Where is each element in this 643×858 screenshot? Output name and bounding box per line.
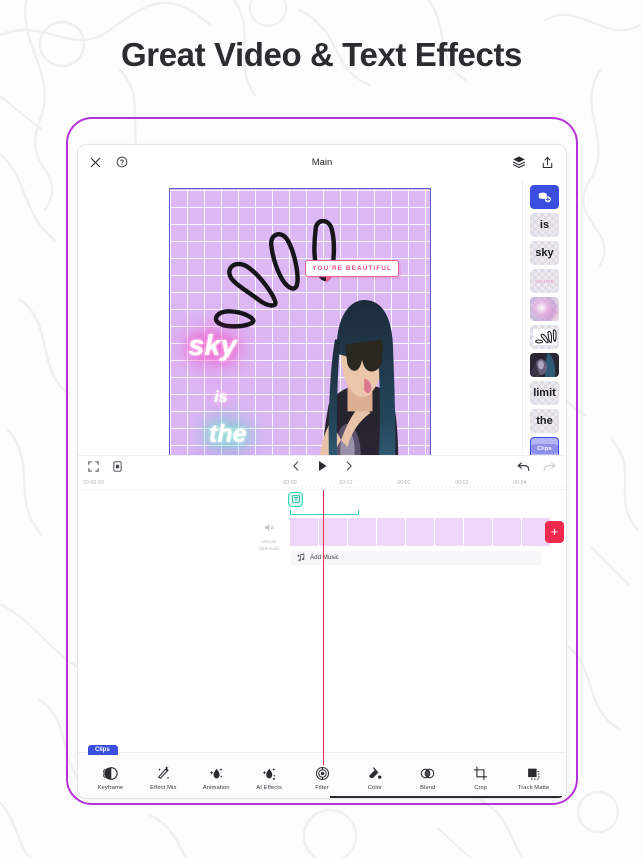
track-matte-icon [526, 765, 541, 781]
layer-sticker-nebula[interactable] [530, 297, 559, 321]
play-icon[interactable] [317, 460, 328, 472]
ai-effects-icon [262, 765, 277, 781]
share-export-icon[interactable] [541, 156, 554, 169]
clip-segment [493, 517, 522, 546]
clip-segment [464, 517, 493, 546]
effect-mix-icon [156, 765, 171, 781]
tool-track-matte[interactable]: Track Matte [507, 765, 560, 791]
app-screen: Main YOU'RE BEAUTIFUL sky is the is sky … [77, 144, 567, 799]
layer-text-sky[interactable]: sky [530, 241, 559, 265]
animation-icon [209, 765, 224, 781]
canvas-area: YOU'RE BEAUTIFUL sky is the limit [78, 179, 522, 651]
add-clip-button[interactable]: + [545, 520, 564, 543]
text-layer-the[interactable]: the [209, 421, 247, 447]
layer-effects-add[interactable] [530, 185, 559, 209]
tool-label: Crop [474, 785, 488, 791]
tool-keyframe[interactable]: Keyframe [84, 765, 137, 791]
layer-sticker-marks[interactable] [530, 325, 559, 349]
text-layer-sky[interactable]: sky [188, 331, 236, 361]
filter-icon [315, 765, 330, 781]
previous-frame-icon[interactable] [292, 461, 300, 471]
clip-segment [290, 517, 319, 546]
help-circle-icon[interactable] [116, 156, 128, 168]
tool-label: AI Effects [256, 785, 282, 791]
tool-blend[interactable]: Blend [401, 765, 454, 791]
playhead[interactable] [323, 489, 325, 765]
layer-clip-person[interactable] [530, 353, 559, 377]
timeline-tracks[interactable]: Unmute Clips Audio + Add Music [78, 489, 566, 765]
clip-segment [377, 517, 406, 546]
editor-body: YOU'RE BEAUTIFUL sky is the limit [78, 179, 566, 651]
transport-bar [78, 454, 566, 477]
timeline[interactable]: 00:00:00 00:00 00:01 00:02 00:03 00:04 U… [78, 476, 566, 765]
unmute-label-line2: Clips Audio [258, 546, 280, 552]
page-title: Great Video & Text Effects [120, 36, 522, 73]
text-clip-span [290, 509, 359, 515]
add-music-label: Add Music [310, 554, 339, 561]
undo-icon[interactable] [517, 461, 530, 472]
speaker-mute-icon [264, 523, 274, 531]
layer-rail: is sky YOU'RE limit the Clips [522, 179, 566, 489]
tool-crop[interactable]: Crop [454, 765, 507, 791]
color-icon [367, 765, 382, 781]
tool-label: Color [367, 785, 383, 791]
current-timecode: 00:00:00 [83, 479, 105, 486]
unmute-label-line1: Unmute [261, 538, 277, 544]
layer-sticker-faint-bubble[interactable]: YOU'RE [530, 269, 559, 293]
music-note-icon [297, 553, 305, 562]
add-music-button[interactable]: Add Music [290, 550, 542, 565]
clip-segment [435, 517, 464, 546]
timeline-ruler[interactable]: 00:00:00 00:00 00:01 00:02 00:03 00:04 [78, 476, 566, 490]
tool-label: Track Matte [517, 785, 550, 791]
blend-icon [420, 765, 435, 781]
tab-clips[interactable]: Clips [88, 745, 118, 755]
app-topbar: Main [78, 145, 566, 179]
bottom-toolbar: Clips Keyframe Effect Mix Animation AI E… [78, 745, 566, 798]
tool-effect-mix[interactable]: Effect Mix [137, 765, 190, 791]
clip-segment [406, 517, 435, 546]
text-track-marker[interactable] [288, 491, 303, 507]
active-tool-underline [330, 796, 562, 798]
tool-ai-effects[interactable]: AI Effects [243, 765, 296, 791]
tool-label: Keyframe [97, 785, 124, 791]
project-title: Main [311, 156, 333, 168]
tool-color[interactable]: Color [348, 765, 401, 791]
redo-icon [543, 461, 556, 472]
clips-chip-label: Clips [531, 444, 558, 454]
clip-segment [348, 517, 377, 546]
text-layer-is[interactable]: is [214, 389, 227, 406]
next-frame-icon[interactable] [345, 461, 353, 471]
layer-text-the[interactable]: the [530, 409, 559, 433]
tool-label: Filter [315, 785, 329, 791]
layer-text-is[interactable]: is [530, 213, 559, 237]
tool-label: Blend [420, 785, 436, 791]
layers-icon[interactable] [512, 155, 526, 169]
tool-label: Animation [202, 785, 230, 791]
video-clip-track[interactable]: + [290, 517, 566, 546]
ruler-subticks [288, 485, 566, 488]
speech-bubble-sticker[interactable]: YOU'RE BEAUTIFUL [305, 260, 400, 284]
keyframe-icon [102, 765, 118, 781]
unmute-clips-audio-button[interactable]: Unmute Clips Audio [252, 519, 286, 552]
aspect-ratio-icon[interactable] [112, 460, 123, 472]
expand-icon[interactable] [88, 460, 99, 472]
tool-filter[interactable]: Filter [296, 765, 349, 791]
close-icon[interactable] [90, 157, 101, 168]
page-root: Great Video & Text Effects Main YOU'RE B… [0, 0, 643, 858]
tool-label: Effect Mix [150, 785, 177, 791]
layer-text-limit[interactable]: limit [530, 381, 559, 405]
crop-icon [473, 765, 488, 781]
tool-animation[interactable]: Animation [190, 765, 243, 791]
